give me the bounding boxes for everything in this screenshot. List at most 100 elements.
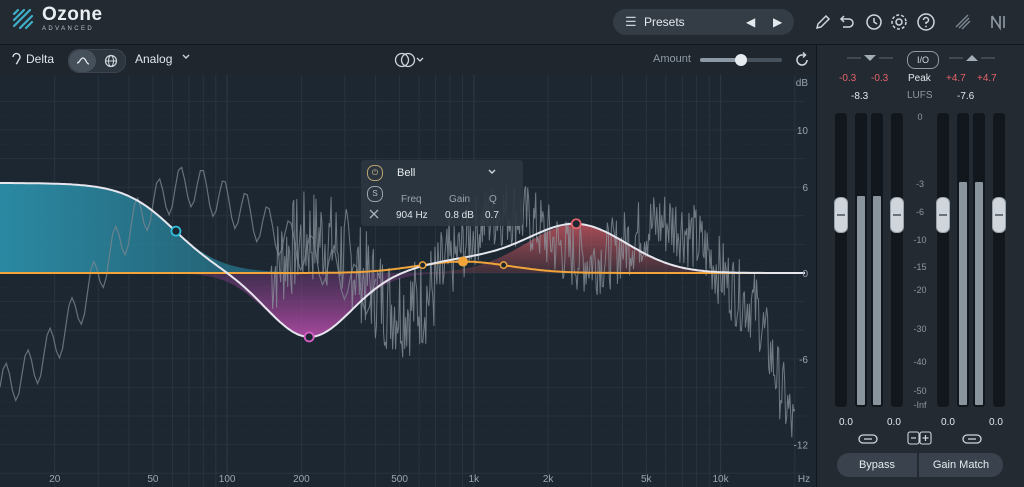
freq-tick-label: 20	[49, 474, 61, 485]
output-gain-track-right[interactable]	[993, 113, 1005, 407]
power-icon[interactable]: ⏻	[367, 165, 383, 181]
input-meter-right-fill	[873, 196, 881, 405]
output-meter-right	[973, 113, 985, 407]
freq-tick-label: 50	[147, 474, 159, 485]
freq-tick-label: 500	[391, 474, 408, 485]
selected-band-q-handle-right[interactable]	[499, 261, 508, 270]
output-gain-right-value[interactable]: 0.0	[989, 417, 1003, 428]
output-gain-track-left[interactable]	[937, 113, 949, 407]
presets-label[interactable]: Presets	[644, 15, 685, 29]
band-popup[interactable]: ⏻ S Bell Freq Gain Q 904 Hz 0.8 dB 0.7	[361, 160, 523, 226]
output-gain-right-handle[interactable]	[992, 197, 1006, 233]
next-preset-button[interactable]: ▶	[773, 15, 782, 29]
analog-mode-select[interactable]: Analog	[135, 52, 172, 66]
input-peak-left: -0.3	[839, 73, 857, 84]
offset-plus-minus-icon[interactable]	[907, 431, 933, 445]
amount-label: Amount	[653, 53, 691, 65]
pencil-icon[interactable]	[812, 11, 834, 33]
input-gain-right-handle[interactable]	[890, 197, 904, 233]
curve-icon	[76, 57, 89, 65]
ear-icon	[12, 52, 21, 65]
undo-icon[interactable]	[835, 11, 857, 33]
lufs-label: LUFS	[907, 90, 933, 101]
selected-band-node[interactable]	[458, 256, 469, 267]
meter-scale-label: -3	[915, 179, 924, 190]
globe-mode-button[interactable]	[97, 50, 124, 72]
input-link-icon[interactable]	[857, 433, 879, 445]
eq-mode-toggle[interactable]	[68, 49, 126, 73]
history-icon[interactable]	[862, 11, 884, 33]
low-shelf-band-node[interactable]	[170, 225, 182, 237]
output-meter-left	[957, 113, 969, 407]
io-meter-panel: I/O -0.3 -0.3 Peak +4.7 +4.7 -8.3 LUFS -…	[816, 45, 1024, 487]
signal-chain-icon[interactable]	[952, 11, 974, 33]
output-meter-right-fill	[975, 181, 983, 405]
meter-scale-label: -20	[913, 285, 927, 296]
output-link-icon[interactable]	[961, 433, 983, 445]
freq-unit-label: Hz	[798, 474, 810, 485]
close-icon[interactable]	[368, 208, 380, 220]
freq-tick-label: 5k	[641, 474, 653, 485]
meter-scale-label: -10	[913, 234, 927, 245]
top-bar: Ozone ADVANCED ☰ Presets ◀ ▶	[0, 0, 1024, 45]
list-icon: ☰	[625, 14, 637, 29]
high-mid-band-node[interactable]	[570, 218, 582, 230]
amount-slider[interactable]	[700, 54, 782, 66]
chevron-down-icon[interactable]	[181, 52, 191, 62]
ni-logo-icon	[991, 15, 1005, 31]
meter-scale-label: -15	[913, 262, 927, 273]
db-tick-label: -6	[799, 355, 808, 366]
db-unit-label: dB	[796, 78, 809, 89]
freq-tick-label: 200	[293, 474, 310, 485]
q-value[interactable]: 0.7	[485, 210, 499, 221]
output-peak-left: +4.7	[946, 73, 966, 84]
input-gain-right-value[interactable]: 0.0	[887, 417, 901, 428]
amount-slider-handle[interactable]	[735, 54, 747, 66]
presets-bar[interactable]: ☰ Presets ◀ ▶	[613, 9, 794, 35]
refresh-icon[interactable]	[792, 50, 812, 70]
low-mid-band-node[interactable]	[303, 331, 315, 343]
meter-scale-label: -6	[915, 206, 924, 217]
meter-scale-label: -40	[913, 357, 927, 368]
delta-label: Delta	[26, 52, 55, 66]
output-gain-triangle-icon	[949, 55, 995, 61]
curve-mode-button[interactable]	[69, 50, 96, 72]
eq-display[interactable]: dB 10 6 0 -6 -12 20 50 100 200 500 1k 2k 5k 10k Hz ⏻ S …	[0, 75, 816, 487]
gain-value[interactable]: 0.8 dB	[445, 210, 474, 221]
input-gain-track-left[interactable]	[835, 113, 847, 407]
input-meter-left-fill	[857, 196, 865, 405]
io-link-button[interactable]: I/O	[907, 51, 939, 69]
ozone-logo-icon	[12, 8, 34, 30]
output-gain-left-handle[interactable]	[936, 197, 950, 233]
input-lufs: -8.3	[851, 91, 869, 102]
chevron-down-icon[interactable]	[487, 167, 497, 177]
output-lufs: -7.6	[957, 91, 975, 102]
peak-label: Peak	[908, 73, 931, 84]
db-tick-label: -12	[794, 441, 809, 452]
input-meter-right	[871, 113, 883, 407]
help-icon[interactable]	[915, 11, 937, 33]
band-type-select[interactable]: Bell	[397, 167, 415, 179]
freq-label: Freq	[401, 194, 422, 205]
output-gain-left-value[interactable]: 0.0	[941, 417, 955, 428]
eq-toolbar: Delta Analog Amount	[0, 45, 816, 75]
app-name: Ozone	[42, 4, 103, 25]
freq-tick-label: 100	[219, 474, 236, 485]
input-gain-track-right[interactable]	[891, 113, 903, 407]
previous-preset-button[interactable]: ◀	[746, 15, 755, 29]
ozone-logo: Ozone ADVANCED	[10, 4, 103, 32]
selected-band-q-handle-left[interactable]	[418, 261, 427, 270]
stereo-mode-icon[interactable]	[393, 51, 427, 69]
input-gain-left-value[interactable]: 0.0	[839, 417, 853, 428]
delta-button[interactable]: Delta	[10, 52, 54, 66]
gear-icon[interactable]	[888, 11, 910, 33]
solo-icon[interactable]: S	[367, 186, 383, 202]
bypass-button[interactable]: Bypass	[837, 453, 917, 477]
gain-match-button[interactable]: Gain Match	[919, 453, 1003, 477]
freq-value[interactable]: 904 Hz	[396, 210, 428, 221]
freq-tick-label: 1k	[469, 474, 481, 485]
input-gain-left-handle[interactable]	[834, 197, 848, 233]
db-tick-label: 10	[797, 126, 809, 137]
app-edition: ADVANCED	[42, 26, 95, 32]
eq-graph[interactable]: dB 10 6 0 -6 -12 20 50 100 200 500 1k 2k 5k 10k Hz	[0, 75, 816, 487]
